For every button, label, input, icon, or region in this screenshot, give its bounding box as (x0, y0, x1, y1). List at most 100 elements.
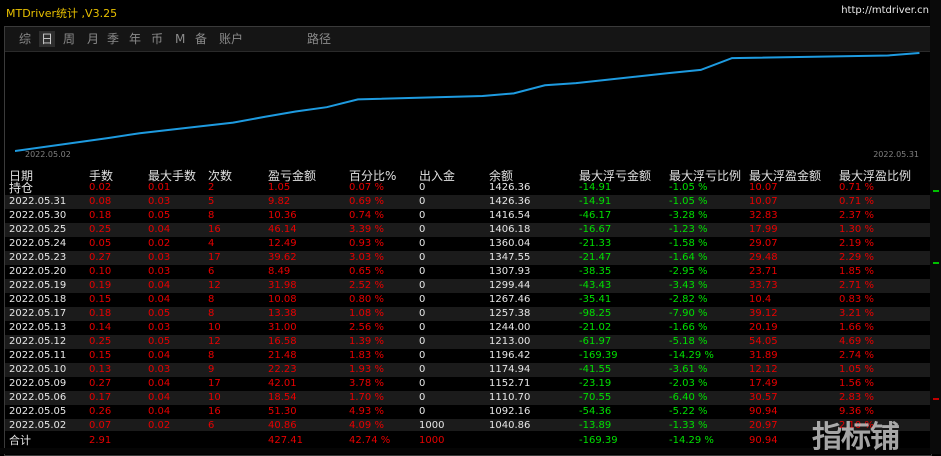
table-cell: 9.82 (268, 196, 291, 207)
table-cell: 0.25 (89, 224, 112, 235)
table-cell: 1.56 % (839, 378, 874, 389)
table-cell: -41.55 (579, 364, 612, 375)
table-cell: 1.83 % (349, 350, 384, 361)
tab-6[interactable]: 币 (149, 31, 165, 47)
table-row[interactable]: 2022.05.13 0.14 0.03 10 31.00 2.56 % 0 1244.00 -… (5, 321, 931, 335)
table-cell: 0.71 % (839, 196, 874, 207)
table-cell: 17 (208, 252, 221, 263)
table-row[interactable]: 2022.05.10 0.13 0.03 9 22.23 1.93 % 0 1174.94 -4… (5, 363, 931, 377)
tab-1[interactable]: 日 (39, 31, 56, 47)
table-cell: 10 (208, 322, 221, 333)
tab-0[interactable]: 综 (17, 31, 33, 47)
table-cell: 17.49 (749, 378, 778, 389)
table-row[interactable]: 2022.05.24 0.05 0.02 4 12.49 0.93 % 0 1360.04 -2… (5, 237, 931, 251)
equity-point (731, 57, 733, 59)
table-row[interactable]: 2022.05.23 0.27 0.03 17 39.62 3.03 % 0 1347.55 -… (5, 251, 931, 265)
table-cell: 0.03 (148, 252, 171, 263)
table-row[interactable]: 2022.05.11 0.15 0.04 8 21.48 1.83 % 0 1196.42 -1… (5, 349, 931, 363)
table-cell: 0.71 % (839, 182, 874, 193)
table-cell: 3.39 % (349, 224, 384, 235)
table-cell: 8 (208, 350, 215, 361)
tab-8[interactable]: 备 (193, 31, 209, 47)
total-cell: 90.94 (749, 435, 778, 446)
tab-7[interactable]: M (173, 31, 187, 47)
table-cell: 12.49 (268, 238, 297, 249)
table-cell: -70.55 (579, 392, 612, 403)
table-cell: 0.04 (148, 406, 171, 417)
total-cell: 1000 (419, 435, 445, 446)
table-cell: 29.07 (749, 238, 778, 249)
table-row[interactable]: 2022.05.19 0.19 0.04 12 31.98 2.52 % 0 1299.44 -… (5, 279, 931, 293)
table-cell: 17 (208, 378, 221, 389)
edge-tick-red (933, 398, 939, 400)
equity-point (544, 84, 546, 87)
table-row[interactable]: 2022.05.12 0.25 0.05 12 16.58 1.39 % 0 1213.00 -… (5, 335, 931, 349)
table-cell: 0 (419, 182, 426, 193)
table-cell: 3.78 % (349, 378, 384, 389)
table-cell: 2.56 % (349, 322, 384, 333)
table-cell: 1299.44 (489, 280, 531, 291)
table-cell: 0 (419, 196, 426, 207)
table-cell: 1110.70 (489, 392, 531, 403)
app-window: MTDriver统计 ,V3.25 http://mtdriver.cn 综日周… (0, 0, 941, 456)
tab-10[interactable]: 路径 (305, 31, 333, 47)
table-cell: 2022.05.31 (9, 196, 67, 207)
table-cell: 0 (419, 406, 426, 417)
table-cell: 1.05 (268, 182, 291, 193)
table-row[interactable]: 2022.05.25 0.25 0.04 16 46.14 3.39 % 0 1406.18 -… (5, 223, 931, 237)
table-row[interactable]: 2022.05.05 0.26 0.04 16 51.30 4.93 % 0 1092.16 -… (5, 405, 931, 419)
table-cell: 2022.05.10 (9, 364, 67, 375)
table-cell: -21.33 (579, 238, 612, 249)
website-url[interactable]: http://mtdriver.cn (841, 5, 929, 16)
table-cell: 2022.05.11 (9, 350, 67, 361)
table-cell: -2.03 % (669, 378, 708, 389)
edge-tick-green (933, 262, 939, 264)
table-cell: 0.26 (89, 406, 112, 417)
table-row[interactable]: 2022.05.31 0.08 0.03 5 9.82 0.69 % 0 1426.36 -14… (5, 195, 931, 209)
table-cell: 8 (208, 294, 215, 305)
tab-5[interactable]: 年 (127, 31, 143, 47)
tab-3[interactable]: 月 (85, 31, 101, 47)
edge-tick-green (933, 190, 939, 192)
table-cell: 1406.18 (489, 224, 531, 235)
table-cell: 1307.93 (489, 266, 531, 277)
table-cell: -14.91 (579, 182, 612, 193)
tab-2[interactable]: 周 (61, 31, 77, 47)
table-cell: -7.90 % (669, 308, 708, 319)
table-cell: 1347.55 (489, 252, 531, 263)
table-cell: 1152.71 (489, 378, 531, 389)
tab-4[interactable]: 季 (105, 31, 121, 47)
table-cell: -6.40 % (669, 392, 708, 403)
tab-9[interactable]: 账户 (217, 31, 245, 47)
table-cell: 0.03 (148, 364, 171, 375)
table-cell: 1257.38 (489, 308, 531, 319)
table-cell: 32.83 (749, 210, 778, 221)
table-row[interactable]: 2022.05.30 0.18 0.05 8 10.36 0.74 % 0 1416.54 -4… (5, 209, 931, 223)
table-cell: 0.04 (148, 294, 171, 305)
table-cell: 2.52 % (349, 280, 384, 291)
table-row[interactable]: 2022.05.17 0.18 0.05 8 13.38 1.08 % 0 1257.38 -9… (5, 307, 931, 321)
table-cell: 31.98 (268, 280, 297, 291)
equity-point (512, 92, 515, 95)
total-cell: -14.29 % (669, 435, 714, 446)
equity-point (699, 69, 702, 71)
table-row[interactable]: 2022.05.09 0.27 0.04 17 42.01 3.78 % 0 1152.71 -… (5, 377, 931, 391)
table-cell: 0.93 % (349, 238, 384, 249)
table-cell: -23.19 (579, 378, 612, 389)
total-cell: 42.74 % (349, 435, 391, 446)
table-cell: 0.04 (148, 224, 171, 235)
table-cell: 2.29 % (839, 252, 874, 263)
table-cell: 0.19 (89, 280, 112, 291)
table-cell: -2.95 % (669, 266, 708, 277)
table-cell: 12.12 (749, 364, 778, 375)
table-row[interactable]: 2022.05.20 0.10 0.03 6 8.49 0.65 % 0 1307.93 -38… (5, 265, 931, 279)
table-row[interactable]: 2022.05.18 0.15 0.04 8 10.08 0.80 % 0 1267.46 -3… (5, 293, 931, 307)
table-cell: 1092.16 (489, 406, 531, 417)
table-row[interactable]: 2022.05.06 0.17 0.04 10 18.54 1.70 % 0 1110.70 -… (5, 391, 931, 405)
total-cell: 合计 (9, 434, 31, 447)
equity-point (263, 116, 266, 118)
table-cell: 0 (419, 224, 426, 235)
position-row[interactable]: 持仓 0.02 0.01 2 1.05 0.07 % 0 1426.36 -14.91 -1.05… (5, 181, 931, 195)
table-cell: 1196.42 (489, 350, 531, 361)
table-cell: 1426.36 (489, 182, 531, 193)
